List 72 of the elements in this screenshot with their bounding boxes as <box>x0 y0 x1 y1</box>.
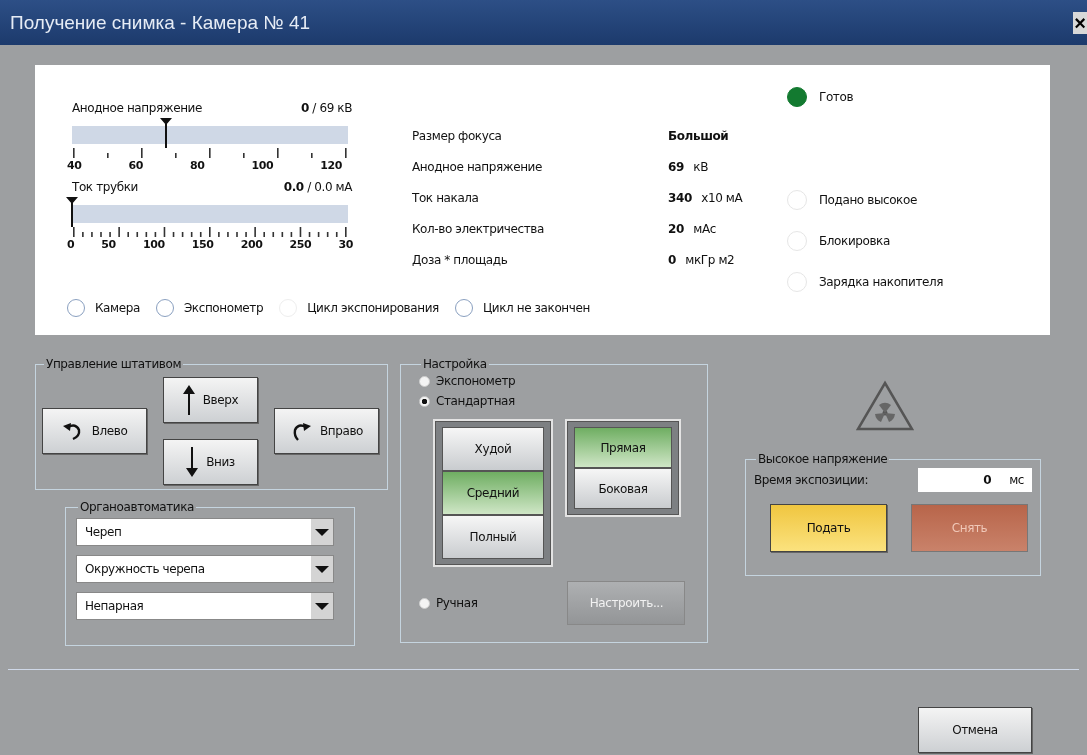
indicator-label: Экспонометр <box>183 301 264 315</box>
build-button[interactable]: Полный <box>442 515 544 559</box>
cancel-button[interactable]: Отмена <box>918 707 1032 753</box>
tick-label: 150 <box>191 238 214 251</box>
slider-label: Анодное напряжение <box>72 101 202 115</box>
radio-button[interactable] <box>419 375 430 387</box>
tick-label: 50 <box>101 238 116 251</box>
info-label: Ток накала <box>412 191 480 205</box>
tick-label: 60 <box>128 159 143 172</box>
apply-button[interactable]: Подать <box>770 504 887 552</box>
dropdown[interactable]: Череп <box>76 518 334 546</box>
move-button[interactable]: Вправо <box>274 408 379 454</box>
status-label: Блокировка <box>819 233 890 248</box>
tick-label: 100 <box>142 238 165 251</box>
info-label: Размер фокуса <box>412 129 503 143</box>
tick-label: 250 <box>289 238 312 251</box>
radio-label: Стандартная <box>436 394 515 408</box>
indicator-label: Камера <box>95 301 140 315</box>
build-button[interactable]: Худой <box>442 427 544 471</box>
status-label: Готов <box>819 89 854 104</box>
tick-label: 200 <box>240 238 263 251</box>
info-value: 0 мкГр м2 <box>667 253 736 267</box>
move-button[interactable]: Вниз <box>163 439 258 485</box>
arrow-up-icon <box>182 385 195 415</box>
status-label: Зарядка накопителя <box>819 274 944 289</box>
info-value: 340 x10 мА <box>667 191 744 205</box>
move-button[interactable]: Вверх <box>163 377 258 423</box>
slider-track[interactable] <box>72 205 348 223</box>
projection-button[interactable]: Прямая <box>574 427 672 468</box>
move-button[interactable]: Влево <box>42 408 147 454</box>
indicator-label: Цикл экспонирования <box>307 301 439 315</box>
group-title: Органоавтоматика <box>79 500 196 514</box>
radio-button[interactable] <box>419 395 430 407</box>
slider-reading: 0.0 / 0.0 мА <box>283 180 352 194</box>
group-title: Управление штативом <box>45 357 183 371</box>
arrow-down-icon <box>186 447 199 477</box>
dropdown[interactable]: Непарная <box>76 592 334 620</box>
tick-label: 120 <box>320 159 342 172</box>
field-label: Время экспозиции: <box>754 473 869 487</box>
radio-label: Ручная <box>436 596 478 610</box>
slider-thumb[interactable] <box>66 197 78 227</box>
info-label: Кол-во электричества <box>412 222 545 236</box>
caret-icon <box>311 519 333 545</box>
info-label: Доза * площадь <box>412 253 509 267</box>
dropdown[interactable]: Окружность черепа <box>76 555 334 583</box>
info-value: 20 мАс <box>667 222 717 236</box>
tick-label: 80 <box>189 159 205 172</box>
caret-icon <box>311 593 333 619</box>
exposure-field[interactable]: 0 мс <box>918 468 1032 492</box>
tick-label: 30 <box>338 238 353 251</box>
radiation-warning-icon <box>855 380 915 432</box>
group-title: Настройка <box>422 357 488 371</box>
build-button[interactable]: Средний <box>442 471 544 515</box>
caret-icon <box>311 556 333 582</box>
slider-reading: 0 / 69 кВ <box>301 101 352 115</box>
projection-button[interactable]: Боковая <box>574 468 672 509</box>
slider-track[interactable] <box>72 126 348 144</box>
radio-button[interactable] <box>419 597 430 609</box>
info-value: Большой <box>667 129 730 143</box>
group-title: Высокое напряжение <box>757 452 889 466</box>
window-title: Получение снимка - Камера № 41 <box>10 11 311 34</box>
tick-label: 0 <box>67 238 75 251</box>
slider-label: Ток трубки <box>72 180 138 194</box>
info-label: Анодное напряжение <box>412 160 543 174</box>
indicator-label: Цикл не закончен <box>482 301 590 315</box>
info-value: 69 кВ <box>667 160 709 174</box>
close-button[interactable]: × <box>1073 11 1087 34</box>
radio-label: Экспонометр <box>436 374 516 388</box>
tick-label: 100 <box>251 159 274 172</box>
tick-label: 40 <box>67 159 82 172</box>
slider-thumb[interactable] <box>159 118 172 148</box>
status-label: Подано высокое <box>819 192 917 207</box>
